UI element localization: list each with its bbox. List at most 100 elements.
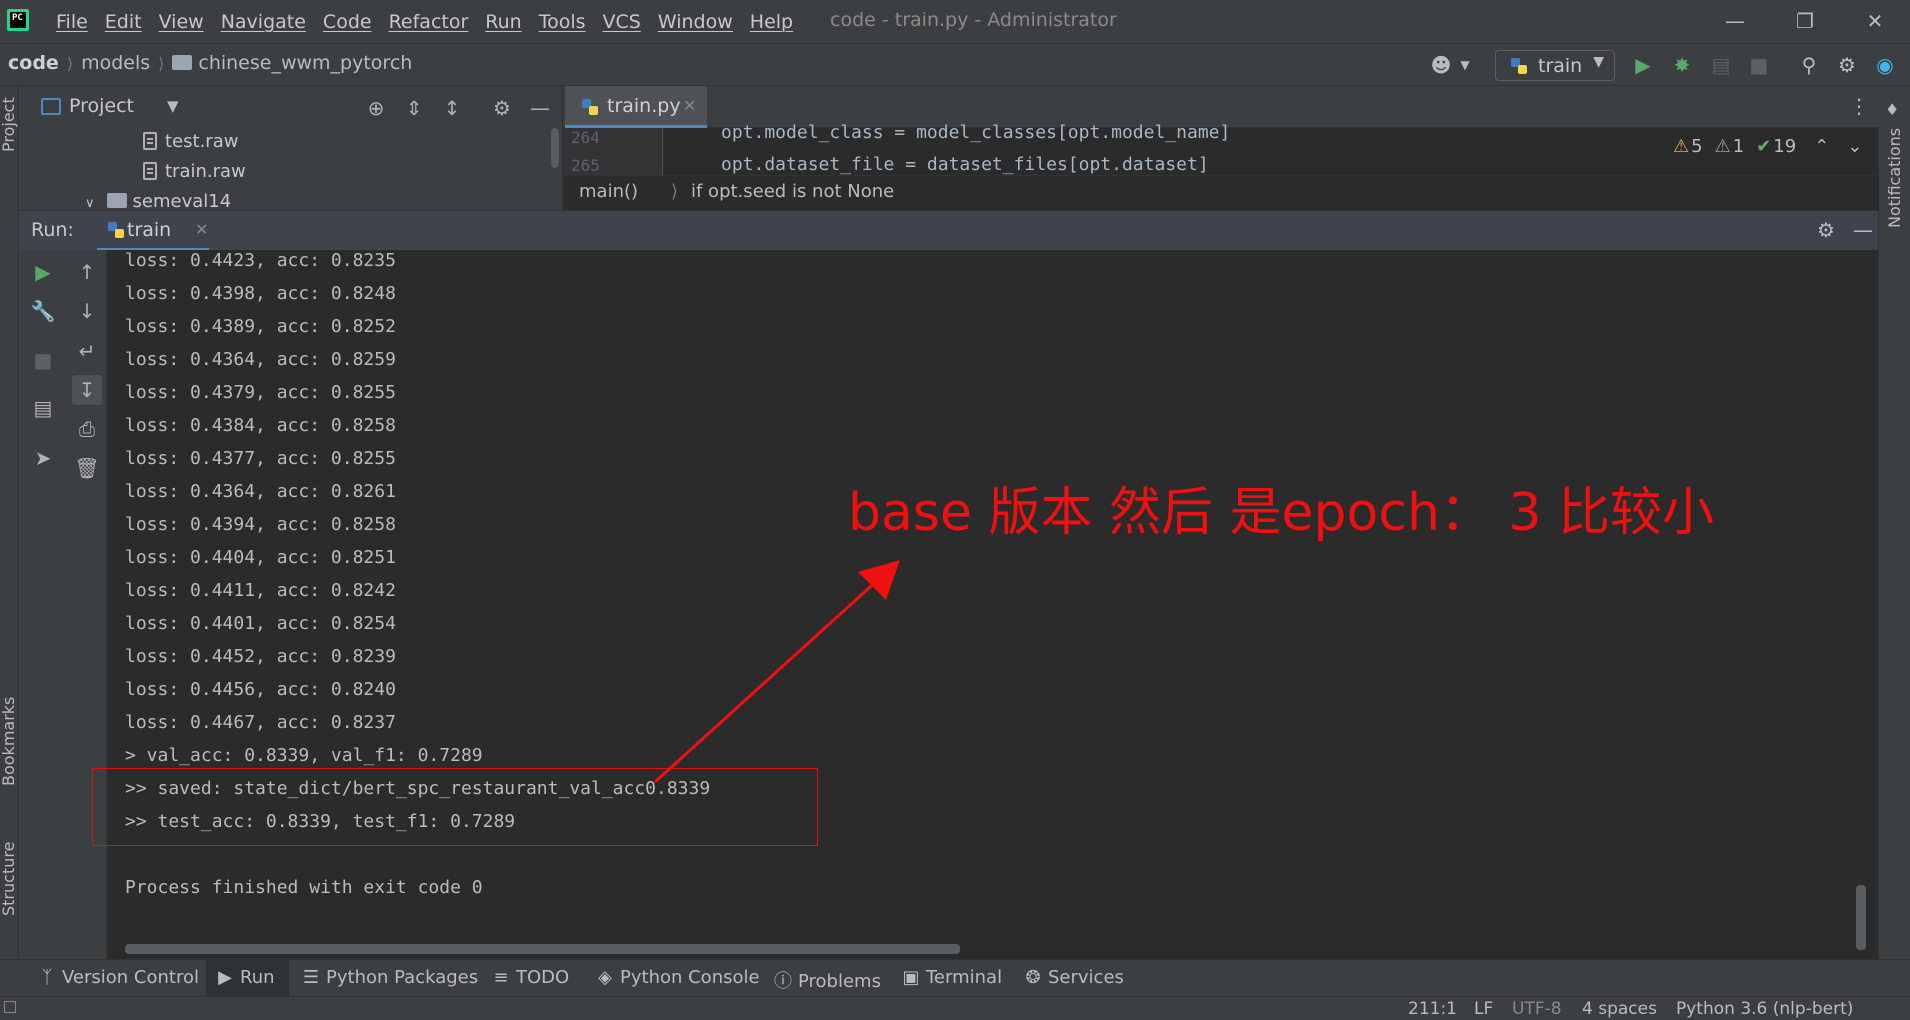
- notifications-stripe-button[interactable]: Notifications: [1885, 128, 1904, 228]
- indent-setting[interactable]: 4 spaces: [1582, 999, 1657, 1019]
- structure-stripe-button[interactable]: Structure: [0, 842, 18, 916]
- tree-item-semeval14[interactable]: ∨ semeval14: [85, 191, 231, 212]
- arrow-down-icon[interactable]: ↓: [72, 296, 102, 326]
- jetbrains-ai-icon[interactable]: ◉: [1872, 52, 1898, 78]
- status-bar: 211:1 LF UTF-8 4 spaces Python 3.6 (nlp-…: [0, 996, 1910, 1020]
- left-tool-stripe: Project Bookmarks Structure: [0, 86, 19, 959]
- arrow-up-icon[interactable]: ↑: [72, 257, 102, 287]
- tool-tab-terminal[interactable]: ▣ Terminal: [902, 960, 1002, 997]
- tool-tab-services[interactable]: ❂ Services: [1024, 960, 1123, 997]
- console-line: loss: 0.4364, acc: 0.8261: [125, 481, 396, 502]
- breadcrumb-if-block[interactable]: if opt.seed is not None: [671, 181, 894, 202]
- menu-run[interactable]: Run: [485, 11, 521, 33]
- run-icon[interactable]: ▶: [1630, 52, 1656, 78]
- locate-icon[interactable]: ⊕: [363, 95, 389, 121]
- line-number: 264: [571, 128, 600, 147]
- pin-icon[interactable]: ➤: [28, 443, 58, 473]
- stop-icon[interactable]: ■: [28, 345, 58, 375]
- hide-panel-icon[interactable]: —: [527, 95, 553, 121]
- close-tab-icon[interactable]: ✕: [683, 96, 696, 115]
- gear-icon[interactable]: ⚙: [1817, 218, 1835, 242]
- code-line[interactable]: opt.model_class = model_classes[opt.mode…: [721, 122, 1230, 143]
- breadcrumb-chinese-wwm-pytorch[interactable]: chinese_wwm_pytorch: [198, 52, 412, 74]
- line-separator[interactable]: LF: [1474, 999, 1493, 1019]
- collapse-all-icon[interactable]: ↕: [439, 95, 465, 121]
- coverage-icon[interactable]: ▤: [1708, 52, 1734, 78]
- minimize-icon[interactable]: —: [1720, 6, 1750, 36]
- breadcrumb-main-function[interactable]: main(): [579, 181, 638, 202]
- chevron-down-icon[interactable]: ▼: [1452, 52, 1478, 78]
- chevron-right-icon: ⟩: [158, 54, 165, 73]
- run-tab-train[interactable]: train ✕: [97, 211, 209, 251]
- project-scrollbar[interactable]: [551, 128, 559, 168]
- gear-icon[interactable]: ⚙: [489, 95, 515, 121]
- wrench-icon[interactable]: 🔧: [28, 296, 58, 326]
- ok-count: 19: [1773, 136, 1797, 157]
- soft-wrap-icon[interactable]: ↵: [72, 336, 102, 366]
- warning-count: 5: [1691, 136, 1703, 157]
- menu-file[interactable]: File: [56, 11, 88, 33]
- run-tab-label: train: [127, 219, 172, 241]
- project-stripe-button[interactable]: Project: [0, 97, 18, 152]
- chevron-up-icon[interactable]: ⌃: [1814, 136, 1829, 157]
- menu-code[interactable]: Code: [323, 11, 372, 33]
- menu-edit[interactable]: Edit: [105, 11, 142, 33]
- menu-window[interactable]: Window: [658, 11, 733, 33]
- scroll-to-end-icon[interactable]: ↧: [72, 375, 102, 405]
- editor-tab-train-py[interactable]: train.py ✕: [565, 86, 707, 128]
- layout-icon[interactable]: ▤: [28, 393, 58, 423]
- run-toolbar-secondary: ↑ ↓ ↵ ↧ ⎙ 🗑: [67, 250, 107, 959]
- menu-tools[interactable]: Tools: [539, 11, 586, 33]
- menu-refactor[interactable]: Refactor: [389, 11, 469, 33]
- chevron-down-icon[interactable]: ▼: [167, 97, 179, 115]
- more-options-icon[interactable]: ⋮: [1849, 94, 1869, 118]
- debug-icon[interactable]: ✸: [1669, 52, 1695, 78]
- close-icon[interactable]: ✕: [1860, 6, 1890, 36]
- print-icon[interactable]: ⎙: [72, 414, 102, 444]
- breadcrumb-code[interactable]: code: [8, 52, 59, 74]
- tool-tab-python-console[interactable]: ◈ Python Console: [596, 960, 760, 997]
- console-line: loss: 0.4377, acc: 0.8255: [125, 448, 396, 469]
- tool-tab-problems[interactable]: ⓘ Problems: [774, 960, 881, 997]
- breadcrumb-models[interactable]: models: [81, 52, 150, 74]
- pycharm-logo-icon: PC: [7, 9, 29, 31]
- console-line-val-result: > val_acc: 0.8339, val_f1: 0.7289: [125, 745, 483, 766]
- tree-item-label: train.raw: [165, 161, 246, 182]
- gear-icon[interactable]: ⚙: [1834, 52, 1860, 78]
- run-config-select[interactable]: train ▼: [1495, 50, 1615, 81]
- user-icon[interactable]: ☻: [1428, 52, 1454, 78]
- run-config-label: train: [1538, 55, 1583, 77]
- caret-position[interactable]: 211:1: [1408, 999, 1457, 1019]
- console-horizontal-scrollbar[interactable]: [125, 944, 960, 954]
- layout-toggle-icon[interactable]: [4, 1001, 16, 1013]
- inspection-widget[interactable]: ⚠ 5 ⚠ 1 ✔ 19 ⌃ ⌄: [1673, 136, 1862, 157]
- bookmarks-stripe-button[interactable]: Bookmarks: [0, 697, 18, 786]
- close-tab-icon[interactable]: ✕: [195, 220, 208, 239]
- search-icon[interactable]: ⚲: [1796, 52, 1822, 78]
- menu-navigate[interactable]: Navigate: [221, 11, 306, 33]
- tree-item-train-raw[interactable]: train.raw: [143, 161, 246, 182]
- expand-all-icon[interactable]: ⇕: [401, 95, 427, 121]
- menu-view[interactable]: View: [159, 11, 204, 33]
- hide-panel-icon[interactable]: —: [1853, 218, 1873, 242]
- stop-icon[interactable]: ■: [1746, 52, 1772, 78]
- python-interpreter[interactable]: Python 3.6 (nlp-bert): [1676, 999, 1853, 1019]
- project-panel-title[interactable]: Project: [69, 95, 134, 117]
- tree-item-test-raw[interactable]: test.raw: [143, 131, 238, 152]
- bell-icon[interactable]: ♦: [1885, 100, 1899, 119]
- trash-icon[interactable]: 🗑: [72, 453, 102, 483]
- console-vertical-scrollbar[interactable]: [1856, 885, 1866, 950]
- tool-tab-todo[interactable]: ≡ TODO: [492, 960, 569, 997]
- code-line[interactable]: opt.dataset_file = dataset_files[opt.dat…: [721, 154, 1209, 175]
- restore-icon[interactable]: ❐: [1790, 6, 1820, 36]
- tool-tab-python-packages[interactable]: ☰ Python Packages: [302, 960, 478, 997]
- console-output[interactable]: loss: 0.4423, acc: 0.8235 loss: 0.4398, …: [107, 250, 1878, 959]
- file-encoding[interactable]: UTF-8: [1512, 999, 1562, 1019]
- tool-tab-version-control[interactable]: ᛉ Version Control: [38, 960, 199, 997]
- chevron-down-icon[interactable]: ⌄: [1847, 136, 1862, 157]
- menu-vcs[interactable]: VCS: [603, 11, 641, 33]
- navigation-bar: code ⟩ models ⟩ chinese_wwm_pytorch ☻ ▼ trai…: [0, 43, 1910, 86]
- rerun-icon[interactable]: ▶: [28, 257, 58, 287]
- menu-help[interactable]: Help: [750, 11, 793, 33]
- tool-tab-run[interactable]: ▶ Run: [206, 960, 289, 997]
